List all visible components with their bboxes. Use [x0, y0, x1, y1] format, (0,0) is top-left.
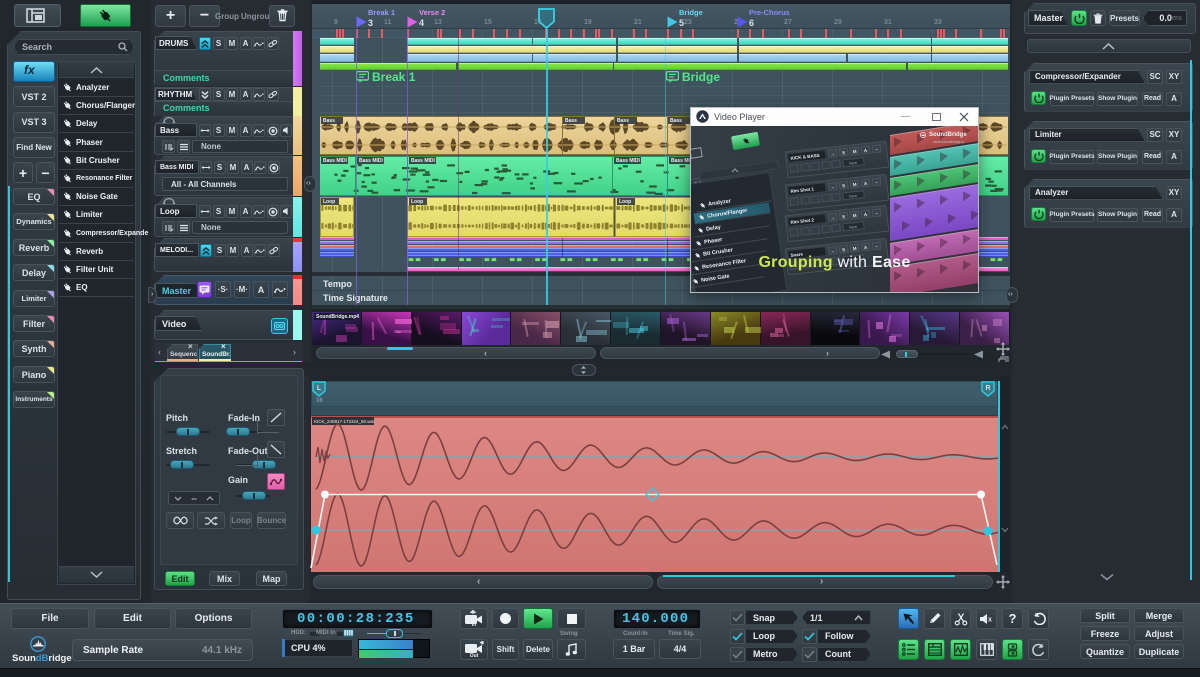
- svg-text:x: x: [988, 616, 992, 623]
